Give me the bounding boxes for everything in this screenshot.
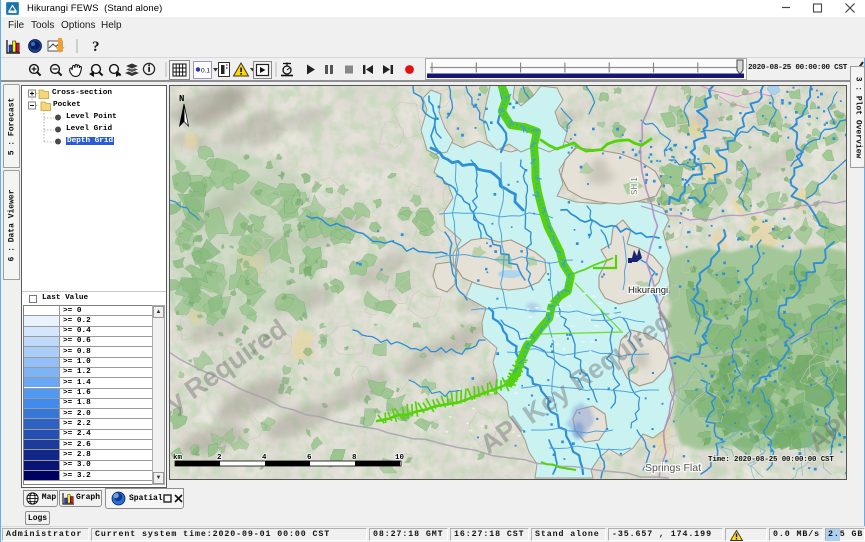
svg-text:Springs Flat: Springs Flat [645, 462, 701, 474]
svg-text:8: 8 [352, 454, 357, 462]
svg-text:2: 2 [217, 454, 222, 462]
svg-text:Hikurangi: Hikurangi [628, 285, 668, 296]
svg-text:Time: 2020-08-25 00:00:00 CST: Time: 2020-08-25 00:00:00 CST [708, 456, 834, 464]
svg-text:6: 6 [307, 454, 312, 462]
svg-text:km: km [173, 454, 183, 462]
svg-text:SH 1: SH 1 [630, 177, 639, 195]
svg-text:0.1: 0.1 [201, 68, 210, 75]
svg-text:10: 10 [395, 454, 405, 462]
svg-text:4: 4 [262, 454, 267, 462]
svg-text:?: ? [92, 39, 100, 55]
svg-text:N: N [179, 94, 184, 104]
